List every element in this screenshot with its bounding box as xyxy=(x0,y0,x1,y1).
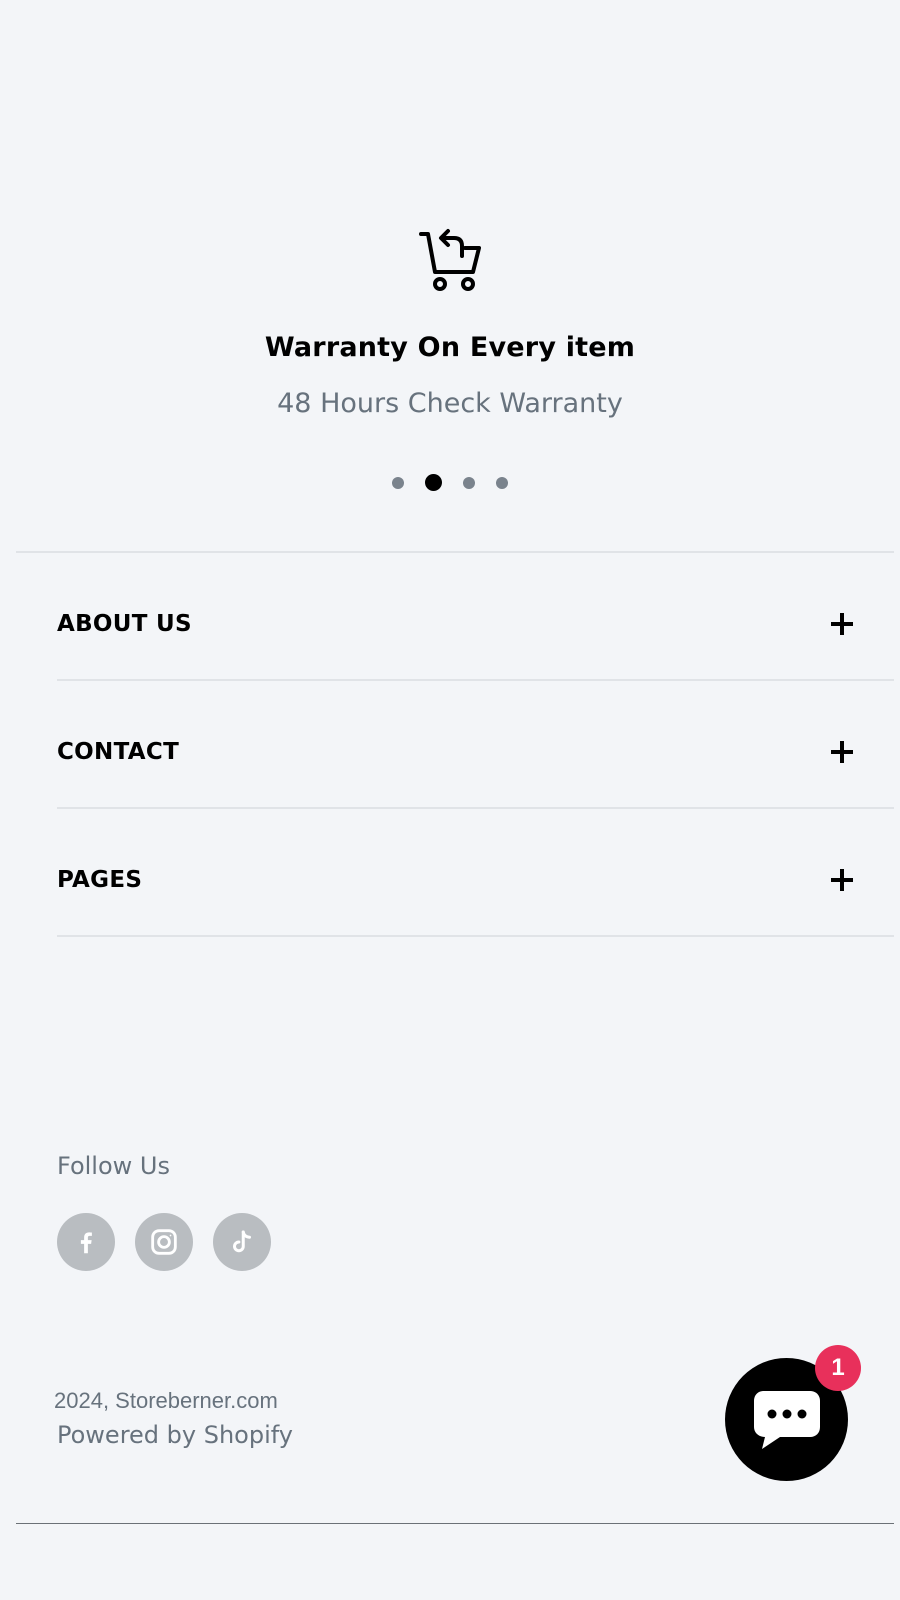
carousel-dot[interactable] xyxy=(496,476,508,489)
accordion-item-about-us[interactable]: ABOUT US xyxy=(57,553,894,681)
instagram-link[interactable] xyxy=(135,1213,193,1271)
plus-icon[interactable] xyxy=(831,613,853,635)
powered-by-link[interactable]: Powered by Shopify xyxy=(57,1421,293,1449)
feature-slide: Warranty On Every item 48 Hours Check Wa… xyxy=(0,228,900,419)
bottom-divider xyxy=(16,1523,894,1524)
chat-bubble-icon xyxy=(753,1390,820,1449)
facebook-icon xyxy=(80,1232,92,1254)
footer-accordion: ABOUT US CONTACT PAGES xyxy=(57,553,894,937)
feature-title: Warranty On Every item xyxy=(264,332,636,363)
accordion-label: ABOUT US xyxy=(57,611,192,637)
feature-subtitle: 48 Hours Check Warranty xyxy=(277,388,623,419)
accordion-label: PAGES xyxy=(57,867,143,893)
carousel-dot[interactable] xyxy=(392,476,404,489)
accordion-label: CONTACT xyxy=(57,739,180,765)
tiktok-icon xyxy=(233,1230,251,1253)
accordion-item-pages[interactable]: PAGES xyxy=(57,809,894,937)
notification-badge: 1 xyxy=(815,1345,861,1391)
carousel-dot-active[interactable] xyxy=(425,474,442,491)
follow-us-title: Follow Us xyxy=(57,1152,170,1180)
facebook-link[interactable] xyxy=(57,1213,115,1271)
instagram-icon xyxy=(151,1229,177,1255)
plus-icon[interactable] xyxy=(831,741,853,763)
copyright-text: 2024, Storeberner.com xyxy=(54,1388,278,1413)
carousel-dot[interactable] xyxy=(463,476,475,489)
accordion-item-contact[interactable]: CONTACT xyxy=(57,681,894,809)
cart-return-icon xyxy=(419,229,481,291)
plus-icon[interactable] xyxy=(831,869,853,891)
tiktok-link[interactable] xyxy=(213,1213,271,1271)
carousel-dots xyxy=(0,474,900,491)
social-links xyxy=(57,1213,271,1271)
